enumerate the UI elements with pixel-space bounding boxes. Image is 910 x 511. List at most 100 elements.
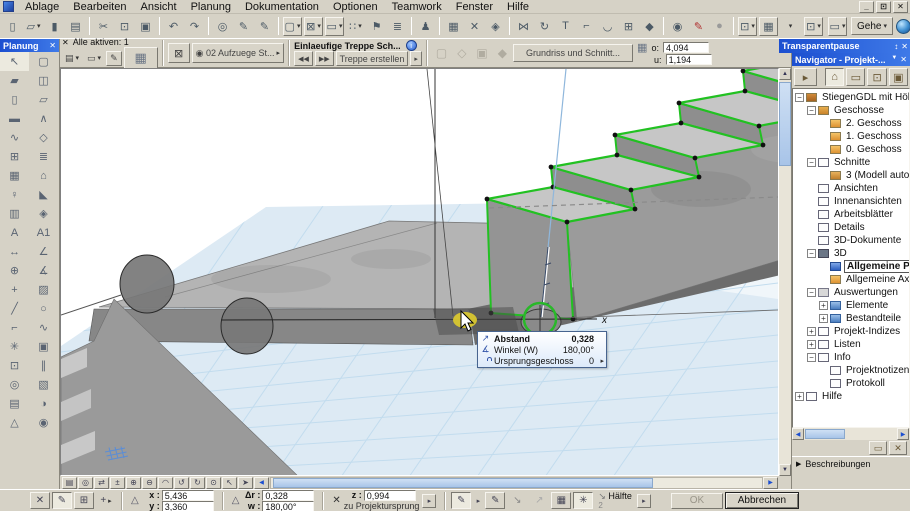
tool-beam[interactable]: ▬ (0, 109, 29, 128)
tree-toggle-icon[interactable]: − (807, 288, 816, 297)
tree-toggle-icon[interactable]: + (807, 327, 816, 336)
w-field[interactable]: 180,00° (262, 501, 314, 511)
delete-item-button[interactable]: ✕ (889, 441, 907, 455)
layers-button[interactable]: ≣ (388, 17, 407, 36)
gravity-button[interactable]: ▦ (551, 492, 571, 509)
vscroll-thumb[interactable] (779, 82, 791, 166)
tracker-toggle-button[interactable]: ✎ (52, 492, 72, 509)
tree-item-3d[interactable]: −3D (793, 247, 909, 260)
close-icon[interactable]: ✕ (62, 38, 69, 47)
tree-toggle-icon[interactable]: − (807, 158, 816, 167)
zoom-select-button[interactable]: ◎ (78, 477, 93, 489)
method-more-button[interactable]: ▸ (473, 492, 483, 509)
tree-item-schnitte[interactable]: −Schnitte (793, 156, 909, 169)
tree-toggle-icon[interactable]: − (807, 106, 816, 115)
snap-points-button[interactable]: ∷▾ (346, 17, 365, 36)
tool-figure[interactable]: ▣ (29, 337, 58, 356)
view-map-button[interactable]: ▭ (846, 68, 865, 86)
menu-ansicht[interactable]: Ansicht (133, 0, 183, 14)
grid-snap-button[interactable]: ⊞ (74, 492, 94, 509)
publisher-button[interactable]: ▣ (889, 68, 908, 86)
zoom-percent-button[interactable]: ± (110, 477, 125, 489)
cut-button[interactable]: ✂ (94, 17, 113, 36)
tree-item-bestandteile[interactable]: +Bestandteile (793, 312, 909, 325)
menu-fenster[interactable]: Fenster (449, 0, 500, 14)
tool-worksheet[interactable]: ▤ (0, 394, 29, 413)
profile-button[interactable]: ♟ (416, 17, 435, 36)
tool-angle-dimension[interactable]: ∠ (29, 242, 58, 261)
orbit-left-button[interactable]: ↺ (174, 477, 189, 489)
tool-morph[interactable]: ◈ (29, 204, 58, 223)
dropdown-button-1[interactable]: ▾ (780, 17, 799, 36)
tool-interior-elevation[interactable]: ▧ (29, 375, 58, 394)
minimize-button[interactable]: _ (859, 1, 874, 13)
mirror-button[interactable]: ⋈ (514, 17, 533, 36)
tree-item-geschosse[interactable]: −Geschosse (793, 104, 909, 117)
restore-button[interactable]: ⊡ (876, 1, 891, 13)
scroll-left-icon[interactable]: ◀ (792, 428, 804, 440)
tool-circle[interactable]: ○ (29, 299, 58, 318)
tree-item-auswertungen[interactable]: −Auswertungen (793, 286, 909, 299)
tool-shell[interactable]: ∿ (0, 128, 29, 147)
y-coordinate-field[interactable]: 3,360 (162, 501, 214, 511)
tool-marquee[interactable]: ▢ (29, 52, 58, 71)
window-grid-button[interactable]: ▦ (759, 17, 778, 36)
tree-item-elemente[interactable]: +Elemente (793, 299, 909, 312)
tree-item-3d-dokumente[interactable]: 3D-Dokumente (793, 234, 909, 247)
bounding-box-button[interactable]: ▭▾ (325, 17, 344, 36)
tree-item-arbeitsbl-tter[interactable]: Arbeitsblätter (793, 208, 909, 221)
zoom-out-button[interactable]: ⊖ (142, 477, 157, 489)
renovation-filter-button[interactable]: ▦ (444, 17, 463, 36)
tag-button[interactable]: ◈ (486, 17, 505, 36)
menu-dokumentation[interactable]: Dokumentation (238, 0, 326, 14)
tree-item-stiegengdl-mit-h-henin-[interactable]: −StiegenGDL mit Höhenin... (793, 91, 909, 104)
favorites-dropdown[interactable]: ◉ 02 Aufzuege St...▸ (192, 43, 284, 63)
close-icon[interactable]: ✕ (901, 42, 908, 51)
pen-settings-button[interactable]: ✎ (106, 51, 122, 66)
orbit-right-button[interactable]: ↻ (190, 477, 205, 489)
tool-mesh[interactable]: ▦ (0, 166, 29, 185)
ok-button[interactable]: OK (671, 493, 723, 509)
undo-button[interactable]: ↶ (164, 17, 183, 36)
tool-detail[interactable]: ◑ (29, 394, 58, 413)
u-value-field[interactable]: 1,194 (666, 54, 712, 65)
z-field[interactable]: 0,994 (364, 490, 416, 501)
tree-toggle-icon[interactable]: + (795, 392, 804, 401)
settings-dialog-button[interactable]: ▤▾ (62, 51, 82, 66)
tree-item-allgemeine-axon-[interactable]: Allgemeine Axon... (793, 273, 909, 286)
menu-ablage[interactable]: Ablage (18, 0, 66, 14)
tool-section[interactable]: ∥ (29, 356, 58, 375)
tree-toggle-icon[interactable]: − (795, 93, 804, 102)
tool-skylight[interactable]: ◇ (29, 128, 58, 147)
menu-planung[interactable]: Planung (184, 0, 238, 14)
o-value-field[interactable]: 4,094 (663, 42, 709, 53)
selection-button[interactable]: ⊠▾ (304, 17, 323, 36)
zoom-in-button[interactable]: ⊕ (126, 477, 141, 489)
close-icon[interactable]: ✕ (49, 41, 56, 50)
print-button[interactable]: ▤ (66, 17, 85, 36)
hscroll-thumb[interactable] (273, 478, 653, 488)
dot-button[interactable]: ● (710, 17, 729, 36)
copy-button[interactable]: ⊡ (115, 17, 134, 36)
3d-viewport[interactable]: x (60, 68, 779, 476)
tool-slab[interactable]: ▱ (29, 90, 58, 109)
tool-polyline[interactable]: ⌐ (0, 318, 29, 337)
fit-in-window-button[interactable]: ⇄ (94, 477, 109, 489)
tool-drawing[interactable]: ⊡ (0, 356, 29, 375)
menu-teamwork[interactable]: Teamwork (385, 0, 449, 14)
tool-column[interactable]: ▯ (0, 90, 29, 109)
inject-parameters-button[interactable]: ✎ (255, 17, 274, 36)
toolbox-titlebar[interactable]: Planung ✕ (0, 39, 59, 52)
menu-optionen[interactable]: Optionen (326, 0, 385, 14)
scroll-up-icon[interactable]: ▲ (779, 68, 791, 80)
menu-bearbeiten[interactable]: Bearbeiten (66, 0, 133, 14)
tree-item-ansichten[interactable]: Ansichten (793, 182, 909, 195)
navigator-hscrollbar[interactable]: ◀ ▶ (792, 428, 910, 440)
stretch-button[interactable]: T (556, 17, 575, 36)
tool-wall[interactable]: ▰ (0, 71, 29, 90)
grundriss-schnitt-button[interactable]: Grundriss und Schnitt... (513, 44, 633, 62)
find-select-button[interactable]: ◎ (213, 17, 232, 36)
new-file-button[interactable]: ▯ (3, 17, 22, 36)
tool-level-dimension[interactable]: ⊕ (0, 261, 29, 280)
horizontal-scrollbar[interactable] (270, 477, 763, 489)
